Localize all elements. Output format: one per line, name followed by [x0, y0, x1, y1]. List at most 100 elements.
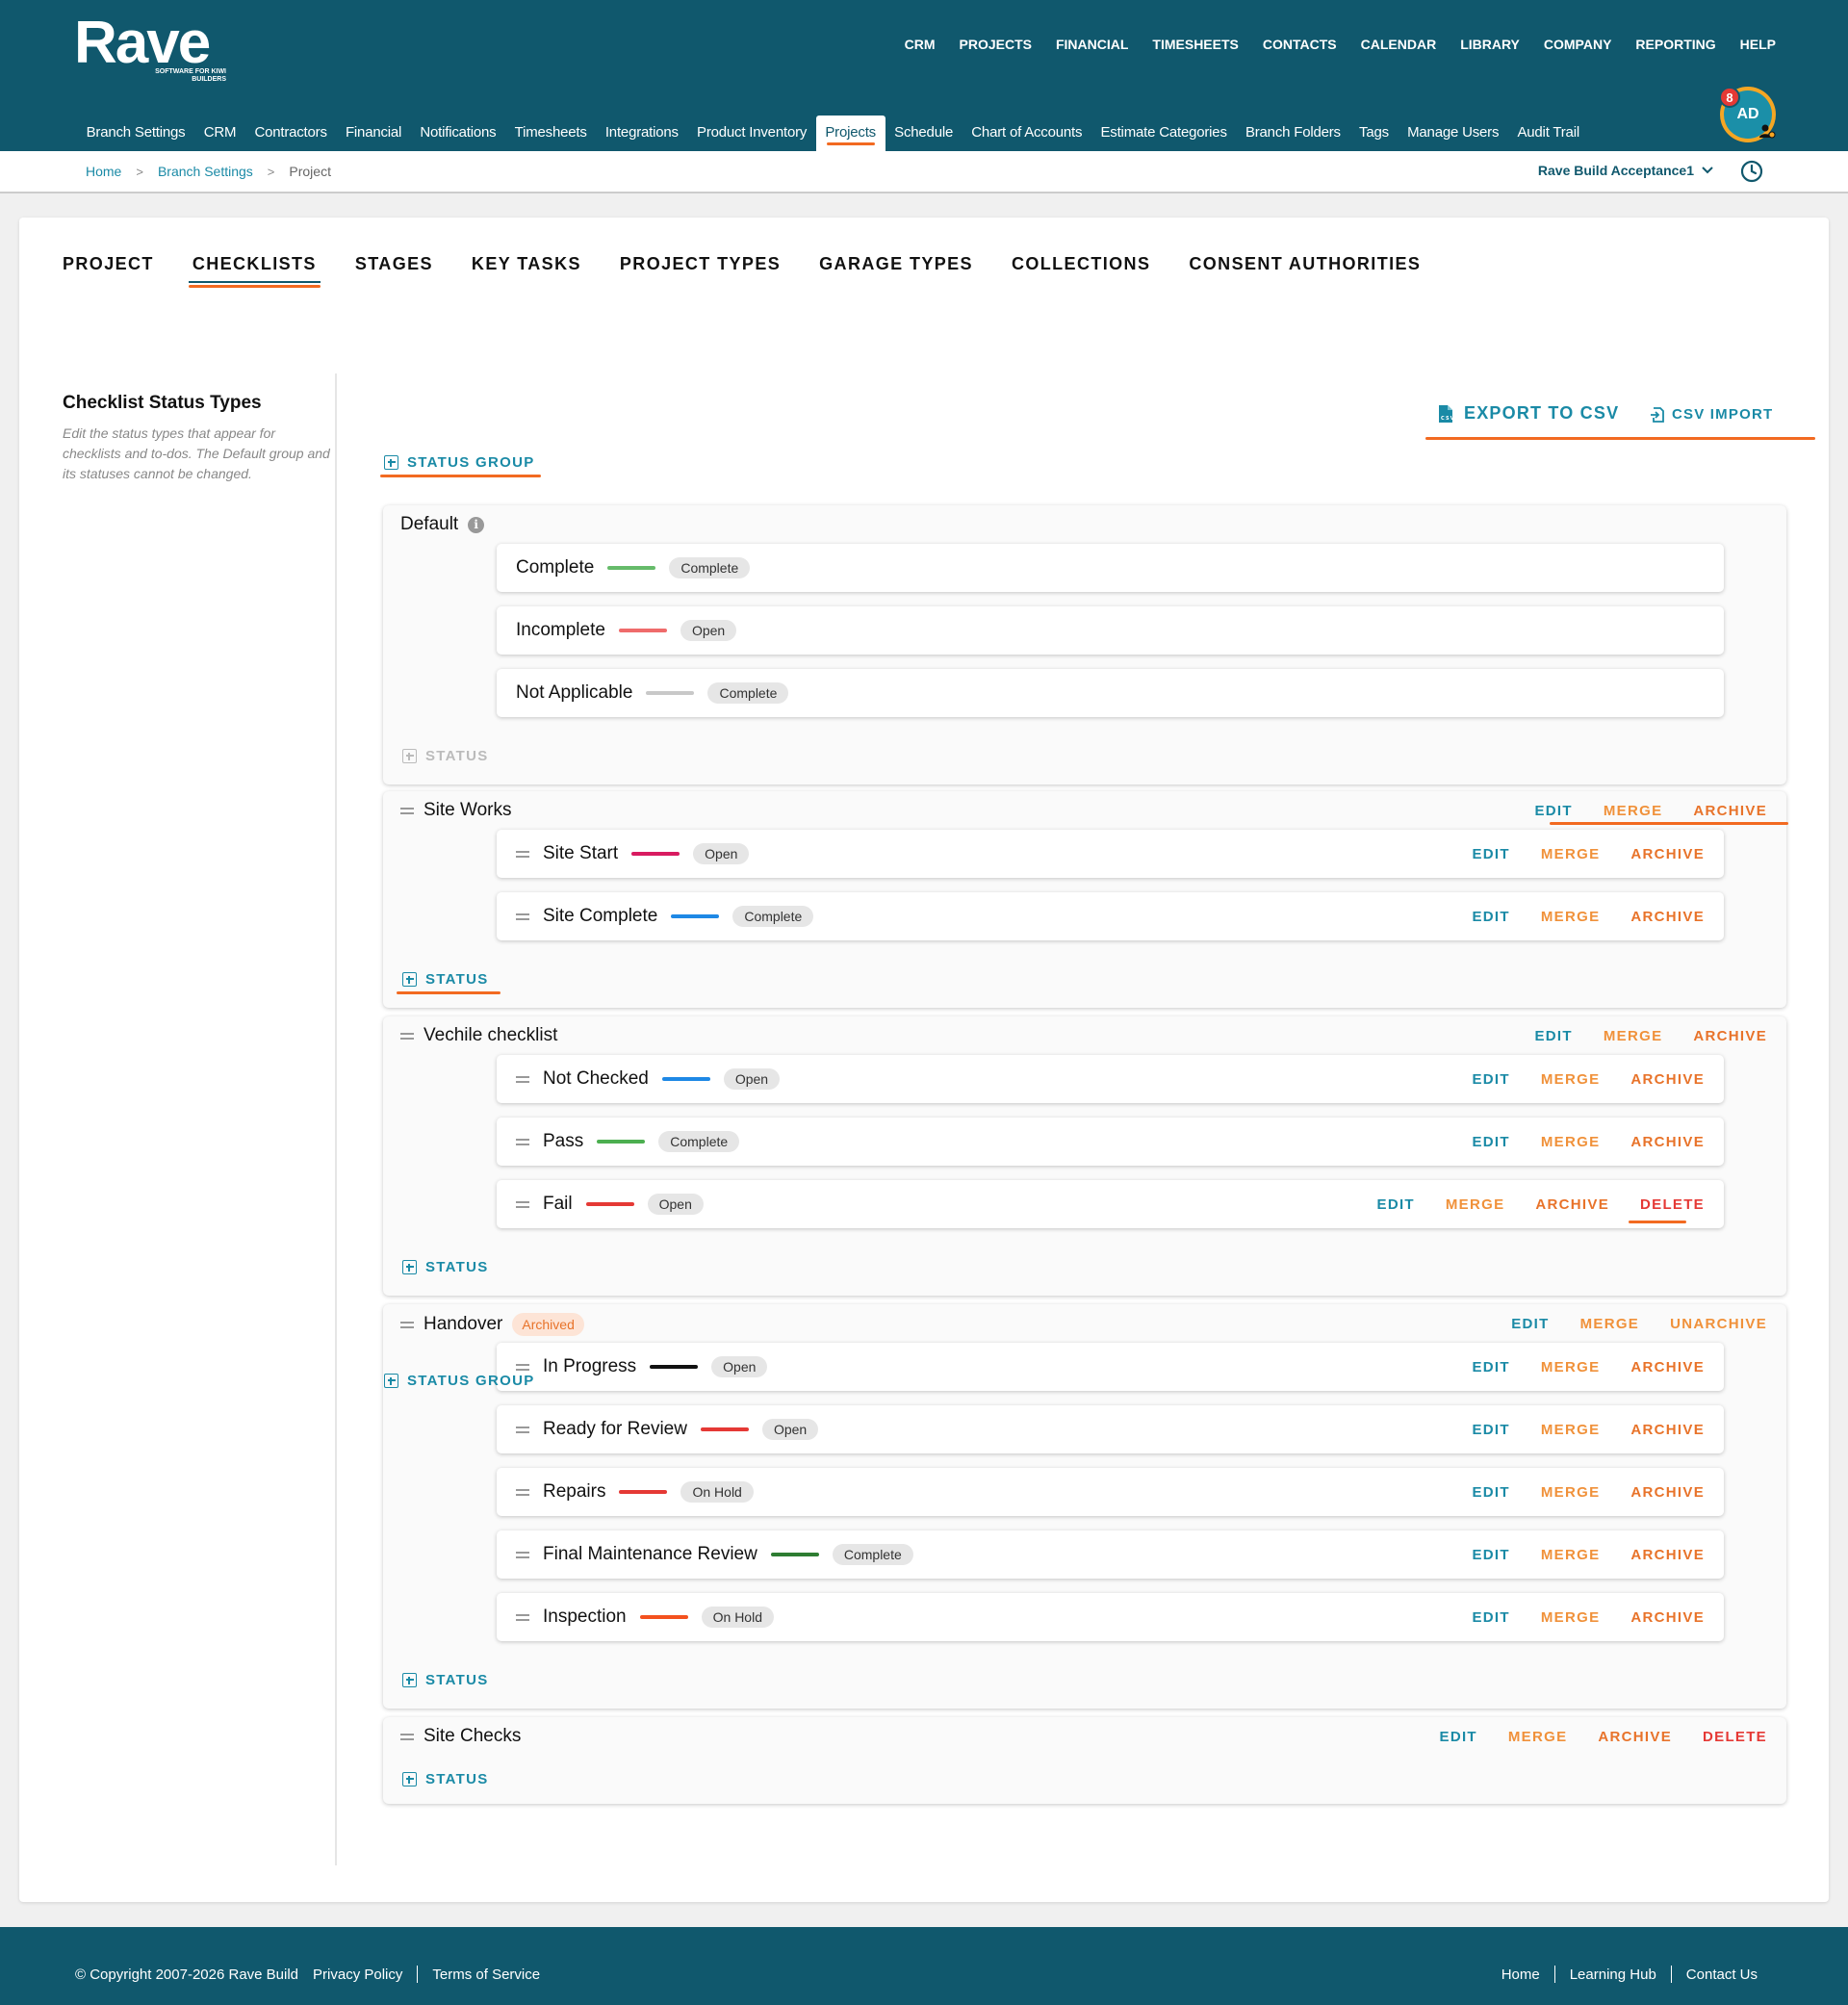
group-edit-button[interactable]: EDIT: [1535, 803, 1573, 819]
breadcrumb-branch-settings[interactable]: Branch Settings: [158, 164, 253, 179]
drag-handle-icon[interactable]: [400, 1321, 414, 1328]
drag-handle-icon[interactable]: [516, 1613, 529, 1621]
drag-handle-icon[interactable]: [516, 913, 529, 920]
subnav-branch-settings[interactable]: Branch Settings: [77, 116, 194, 151]
subnav-crm[interactable]: CRM: [194, 116, 245, 151]
subnav-estimate-categories[interactable]: Estimate Categories: [1091, 116, 1236, 151]
drag-handle-icon[interactable]: [516, 1363, 529, 1371]
status-merge-button[interactable]: MERGE: [1541, 1422, 1601, 1438]
csv-import-button[interactable]: CSV IMPORT: [1651, 406, 1773, 423]
tab-garage-types[interactable]: GARAGE TYPES: [819, 254, 973, 286]
status-archive-button[interactable]: ARCHIVE: [1535, 1196, 1609, 1213]
group-archive-button[interactable]: ARCHIVE: [1693, 1028, 1767, 1044]
add-status-group-button[interactable]: STATUS GROUP: [384, 454, 535, 471]
status-edit-button[interactable]: EDIT: [1473, 909, 1510, 925]
group-archive-button[interactable]: ARCHIVE: [1693, 803, 1767, 819]
main-nav-company[interactable]: COMPANY: [1544, 37, 1612, 52]
group-merge-button[interactable]: MERGE: [1604, 803, 1663, 819]
tab-collections[interactable]: COLLECTIONS: [1012, 254, 1150, 286]
clock-icon[interactable]: [1740, 160, 1763, 183]
tab-consent-authorities[interactable]: CONSENT AUTHORITIES: [1189, 254, 1421, 286]
subnav-tags[interactable]: Tags: [1349, 116, 1398, 151]
status-archive-button[interactable]: ARCHIVE: [1630, 1359, 1705, 1375]
subnav-notifications[interactable]: Notifications: [411, 116, 505, 151]
tab-checklists[interactable]: CHECKLISTS: [188, 254, 321, 288]
drag-handle-icon[interactable]: [400, 807, 414, 814]
add-status-button[interactable]: STATUS: [402, 971, 489, 988]
drag-handle-icon[interactable]: [400, 1032, 414, 1040]
tab-stages[interactable]: STAGES: [355, 254, 433, 286]
group-edit-button[interactable]: EDIT: [1511, 1316, 1549, 1332]
main-nav-projects[interactable]: PROJECTS: [960, 37, 1032, 52]
drag-handle-icon[interactable]: [516, 850, 529, 858]
group-edit-button[interactable]: EDIT: [1440, 1729, 1477, 1745]
status-merge-button[interactable]: MERGE: [1541, 1484, 1601, 1501]
group-delete-button[interactable]: DELETE: [1703, 1729, 1767, 1745]
drag-handle-icon[interactable]: [516, 1488, 529, 1496]
status-edit-button[interactable]: EDIT: [1473, 846, 1510, 862]
subnav-timesheets[interactable]: Timesheets: [505, 116, 596, 151]
main-nav-contacts[interactable]: CONTACTS: [1263, 37, 1337, 52]
status-archive-button[interactable]: ARCHIVE: [1630, 846, 1705, 862]
rave-logo[interactable]: Rave SOFTWARE FOR KIWI BUILDERS: [74, 13, 226, 84]
drag-handle-icon[interactable]: [516, 1075, 529, 1083]
add-status-group-button-bottom[interactable]: STATUS GROUP: [384, 1373, 535, 1389]
tab-project[interactable]: PROJECT: [63, 254, 154, 286]
group-merge-button[interactable]: MERGE: [1508, 1729, 1568, 1745]
drag-handle-icon[interactable]: [516, 1551, 529, 1558]
main-nav-calendar[interactable]: CALENDAR: [1361, 37, 1437, 52]
footer-link-learning-hub[interactable]: Learning Hub: [1570, 1966, 1656, 1983]
status-edit-button[interactable]: EDIT: [1473, 1484, 1510, 1501]
status-archive-button[interactable]: ARCHIVE: [1630, 1547, 1705, 1563]
status-edit-button[interactable]: EDIT: [1473, 1071, 1510, 1088]
drag-handle-icon[interactable]: [516, 1426, 529, 1433]
footer-link-home[interactable]: Home: [1502, 1966, 1540, 1983]
status-edit-button[interactable]: EDIT: [1473, 1422, 1510, 1438]
status-merge-button[interactable]: MERGE: [1541, 1071, 1601, 1088]
status-edit-button[interactable]: EDIT: [1473, 1134, 1510, 1150]
footer-link-contact-us[interactable]: Contact Us: [1686, 1966, 1758, 1983]
add-status-button[interactable]: STATUS: [402, 1259, 489, 1275]
footer-link-privacy-policy[interactable]: Privacy Policy: [313, 1966, 402, 1983]
main-nav-reporting[interactable]: REPORTING: [1635, 37, 1715, 52]
info-icon[interactable]: i: [468, 516, 485, 533]
notification-badge[interactable]: 8: [1719, 87, 1740, 108]
main-nav-financial[interactable]: FINANCIAL: [1056, 37, 1128, 52]
status-merge-button[interactable]: MERGE: [1541, 1134, 1601, 1150]
status-merge-button[interactable]: MERGE: [1541, 1547, 1601, 1563]
group-merge-button[interactable]: MERGE: [1604, 1028, 1663, 1044]
export-csv-button[interactable]: CSV EXPORT TO CSV: [1437, 403, 1619, 424]
subnav-branch-folders[interactable]: Branch Folders: [1236, 116, 1349, 151]
subnav-audit-trail[interactable]: Audit Trail: [1508, 116, 1589, 151]
main-nav-library[interactable]: LIBRARY: [1460, 37, 1520, 52]
status-delete-button[interactable]: DELETE: [1640, 1196, 1705, 1213]
drag-handle-icon[interactable]: [516, 1138, 529, 1145]
status-archive-button[interactable]: ARCHIVE: [1630, 909, 1705, 925]
status-archive-button[interactable]: ARCHIVE: [1630, 1134, 1705, 1150]
status-edit-button[interactable]: EDIT: [1377, 1196, 1415, 1213]
status-merge-button[interactable]: MERGE: [1541, 909, 1601, 925]
subnav-projects[interactable]: Projects: [815, 116, 886, 151]
footer-link-terms-of-service[interactable]: Terms of Service: [432, 1966, 540, 1983]
group-archive-button[interactable]: ARCHIVE: [1598, 1729, 1672, 1745]
subnav-financial[interactable]: Financial: [336, 116, 410, 151]
drag-handle-icon[interactable]: [516, 1200, 529, 1208]
subnav-chart-of-accounts[interactable]: Chart of Accounts: [962, 116, 1091, 151]
status-merge-button[interactable]: MERGE: [1541, 1609, 1601, 1626]
branch-selector[interactable]: Rave Build Acceptance1: [1538, 163, 1713, 178]
drag-handle-icon[interactable]: [400, 1733, 414, 1740]
main-nav-help[interactable]: HELP: [1740, 37, 1776, 52]
add-status-button[interactable]: STATUS: [402, 1771, 489, 1787]
subnav-schedule[interactable]: Schedule: [886, 116, 962, 151]
status-archive-button[interactable]: ARCHIVE: [1630, 1609, 1705, 1626]
status-archive-button[interactable]: ARCHIVE: [1630, 1484, 1705, 1501]
tab-project-types[interactable]: PROJECT TYPES: [620, 254, 781, 286]
subnav-product-inventory[interactable]: Product Inventory: [687, 116, 815, 151]
subnav-integrations[interactable]: Integrations: [596, 116, 687, 151]
main-nav-timesheets[interactable]: TIMESHEETS: [1152, 37, 1238, 52]
group-unarchive-button[interactable]: UNARCHIVE: [1670, 1316, 1767, 1332]
breadcrumb-home[interactable]: Home: [86, 164, 121, 179]
group-edit-button[interactable]: EDIT: [1535, 1028, 1573, 1044]
status-merge-button[interactable]: MERGE: [1541, 846, 1601, 862]
tab-key-tasks[interactable]: KEY TASKS: [472, 254, 581, 286]
